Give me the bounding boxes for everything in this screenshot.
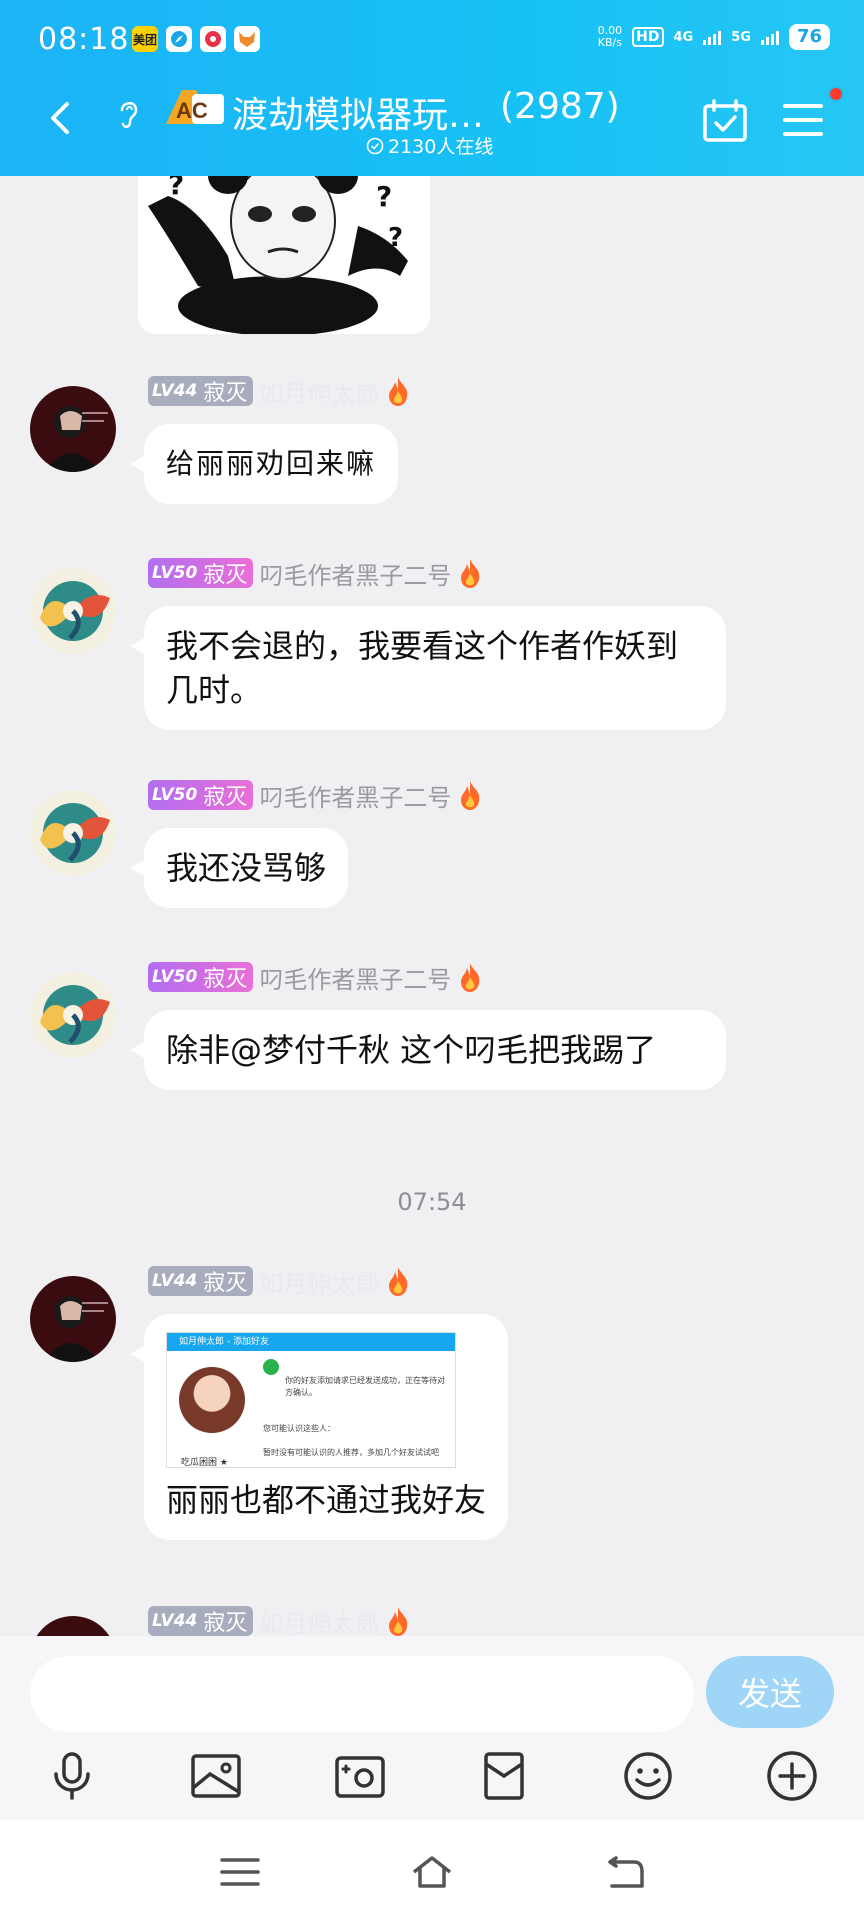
sender-name[interactable]: 如月伸太郎 (259, 374, 379, 409)
signal-5g-icon (760, 29, 779, 45)
sender-name[interactable]: 如月伸太郎 (259, 1604, 379, 1637)
home-icon[interactable] (410, 1852, 454, 1892)
fire-icon (461, 963, 480, 992)
app-red-icon (200, 26, 226, 52)
message-bubble[interactable]: 如月伸太郎 - 添加好友 吃瓜困困 ★ 你的好友添加请求已经发送成功，正在等待对… (130, 1314, 509, 1540)
fire-icon (389, 377, 408, 406)
menu-icon[interactable] (782, 100, 824, 140)
screenshot-contact-name: 吃瓜困困 ★ (181, 1458, 228, 1468)
sender-name[interactable]: 叼毛作者黑子二号 (259, 778, 451, 813)
success-check-icon (263, 1359, 279, 1375)
fire-icon (389, 1607, 408, 1636)
avatar[interactable] (30, 1616, 116, 1636)
avatar[interactable] (30, 790, 116, 876)
svg-text:?: ? (388, 223, 403, 253)
plus-icon[interactable] (764, 1748, 820, 1804)
timestamp: 07:54 (397, 1188, 467, 1216)
screenshot-text: 暂时没有可能认识的人推荐，多加几个好友试试吧 (263, 1448, 439, 1457)
status-bar: 08:18 美团 0.00 KB/s HD 4G 5G 76 (0, 0, 864, 80)
back-arrow-icon[interactable] (40, 98, 80, 138)
app-fox-icon (234, 26, 260, 52)
red-packet-icon[interactable] (476, 1748, 532, 1804)
level-badge: LV44 寂灭 (148, 1266, 254, 1296)
image-icon[interactable] (188, 1748, 244, 1804)
message-text: 给丽丽劝回来嘛 (166, 447, 377, 480)
online-count: 2130人在线 (388, 136, 494, 158)
status-indicators: 0.00 KB/s HD 4G 5G 76 (598, 24, 830, 50)
signal-4g-icon (703, 29, 722, 45)
message-input[interactable] (30, 1656, 694, 1732)
message-text: 除非@梦付千秋 这个叼毛把我踢了 (166, 1031, 657, 1069)
calendar-check-icon[interactable] (702, 98, 748, 144)
recent-apps-icon[interactable] (218, 1852, 262, 1892)
emoji-icon[interactable] (620, 1748, 676, 1804)
message-meta: LV44 寂灭 如月伸太郎 (148, 374, 411, 408)
input-area: 发送 (0, 1636, 864, 1820)
message-text: 我还没骂够 (166, 849, 327, 887)
message-bubble[interactable]: 我还没骂够 (130, 828, 349, 908)
signal-4g-label: 4G (673, 29, 694, 45)
fire-icon (389, 1267, 408, 1296)
panda-sticker-image[interactable]: ? ? ? ? (138, 176, 430, 334)
meituan-icon: 美团 (132, 26, 158, 52)
message-bubble[interactable]: 我不会退的，我要看这个作者作妖到几时。 (130, 606, 726, 730)
sender-name[interactable]: 叼毛作者黑子二号 (259, 960, 451, 995)
level-badge: LV44 寂灭 (148, 1606, 254, 1636)
message-text: 我不会退的，我要看这个作者作妖到几时。 (166, 627, 679, 709)
net-speed: 0.00 KB/s (597, 24, 623, 49)
back-icon[interactable] (602, 1852, 646, 1892)
level-badge: LV44 寂灭 (148, 376, 254, 406)
member-count[interactable]: (2987) (500, 86, 620, 127)
camera-icon[interactable] (332, 1748, 388, 1804)
online-check-icon (366, 137, 384, 154)
level-badge: LV50 寂灭 (148, 558, 254, 588)
screenshot-image[interactable]: 如月伸太郎 - 添加好友 吃瓜困困 ★ 你的好友添加请求已经发送成功，正在等待对… (166, 1332, 456, 1468)
level-badge: LV50 寂灭 (148, 780, 254, 810)
message-list[interactable]: ? ? ? ? LV44寂灭 如月伸太郎 给丽丽劝回来嘛 LV50寂灭 叼毛作者… (0, 176, 864, 1636)
avatar[interactable] (30, 1276, 116, 1362)
screenshot-contact-avatar (179, 1367, 245, 1433)
notification-dot (828, 86, 844, 102)
hd-badge: HD (632, 27, 664, 47)
avatar[interactable] (30, 972, 116, 1058)
signal-5g-label: 5G (731, 29, 751, 45)
fire-icon (461, 781, 480, 810)
system-nav-bar (0, 1820, 864, 1920)
svg-text:AC: AC (176, 98, 208, 123)
message-meta: LV50 寂灭 叼毛作者黑子二号 (148, 960, 483, 994)
battery-icon: 76 (788, 24, 830, 50)
message-bubble[interactable]: 给丽丽劝回来嘛 (130, 424, 399, 504)
avatar[interactable] (30, 386, 116, 472)
group-title[interactable]: 渡劫模拟器玩… (232, 86, 484, 138)
message-meta: LV50 寂灭 叼毛作者黑子二号 (148, 556, 483, 590)
chat-header: 08:18 美团 0.00 KB/s HD 4G 5G 76 AC 渡劫模拟器玩…… (0, 0, 864, 176)
status-time: 08:18 (38, 22, 130, 57)
screenshot-titlebar: 如月伸太郎 - 添加好友 (167, 1333, 455, 1351)
ear-icon[interactable] (114, 96, 144, 132)
mic-icon[interactable] (44, 1748, 100, 1804)
svg-text:?: ? (168, 176, 184, 201)
group-avatar-logo[interactable]: AC (162, 84, 228, 130)
message-meta: LV44 寂灭 如月伸太郎 (148, 1604, 411, 1636)
sender-name[interactable]: 叼毛作者黑子二号 (259, 556, 451, 591)
send-button[interactable]: 发送 (706, 1656, 834, 1728)
compass-icon (166, 26, 192, 52)
message-bubble[interactable]: 除非@梦付千秋 这个叼毛把我踢了 (130, 1010, 726, 1090)
online-status: 2130人在线 (366, 132, 493, 159)
avatar[interactable] (30, 568, 116, 654)
level-badge: LV50 寂灭 (148, 962, 254, 992)
sender-name[interactable]: 如月伸太郎 (259, 1264, 379, 1299)
svg-text:?: ? (356, 176, 366, 179)
fire-icon (461, 559, 480, 588)
svg-text:?: ? (376, 180, 392, 213)
message-text: 丽丽也都不通过我好友 (166, 1481, 487, 1519)
message-meta: LV50 寂灭 叼毛作者黑子二号 (148, 778, 483, 812)
message-meta: LV44 寂灭 如月伸太郎 (148, 1264, 411, 1298)
